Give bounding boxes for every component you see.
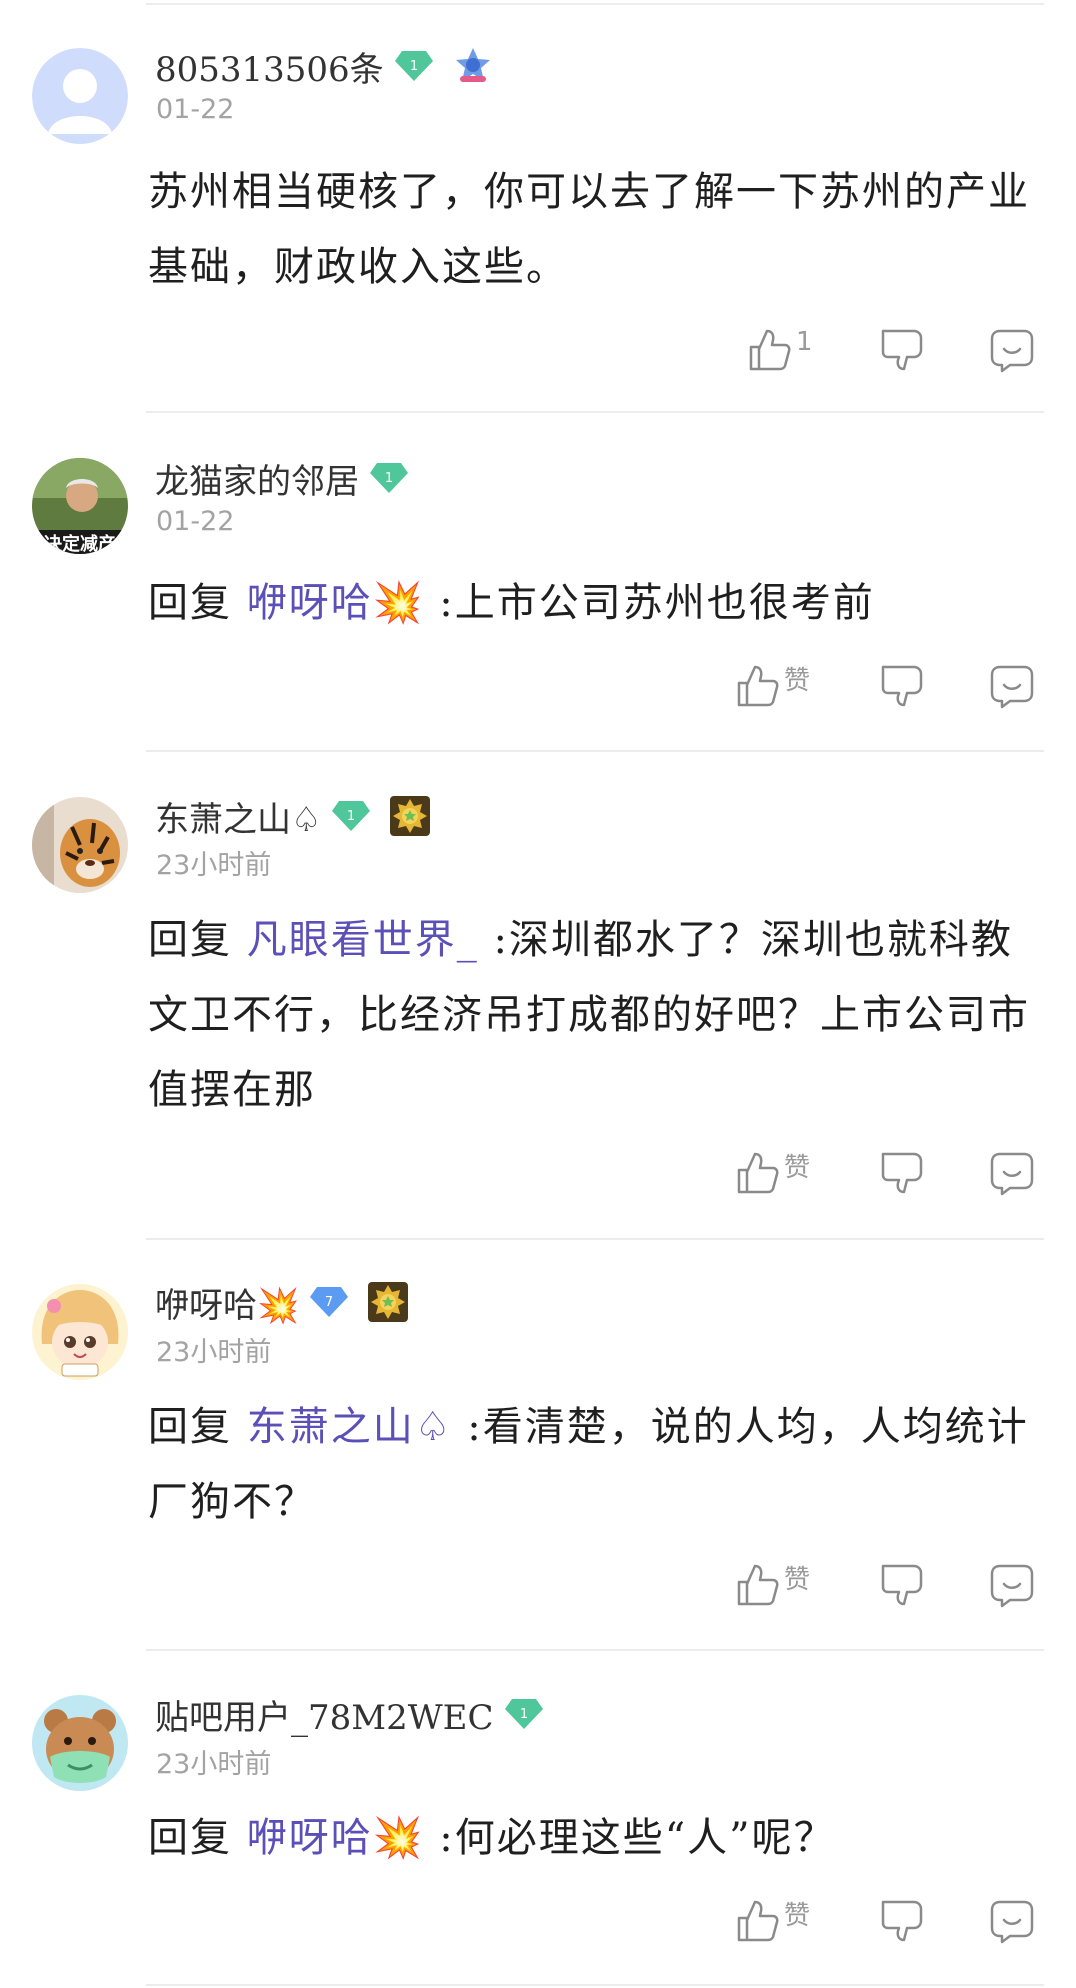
comment-content[interactable]: 回复 凡眼看世界_ :深圳都水了？深圳也就科教文卫不行，比经济吊打成都的好吧？上… xyxy=(148,903,1038,1128)
divider xyxy=(146,1984,1044,1986)
comment-time: 01-22 xyxy=(156,506,235,537)
dislike-button[interactable] xyxy=(880,1148,924,1198)
reply-prefix: 回复 xyxy=(148,917,232,963)
gold-medal-icon[interactable] xyxy=(367,1281,409,1323)
dislike-button[interactable] xyxy=(880,661,924,711)
thumbs-up-icon xyxy=(737,1900,779,1942)
comment-text: :上市公司苏州也很考前 xyxy=(439,580,875,626)
tiger-avatar-icon[interactable] xyxy=(32,797,128,893)
dislike-button[interactable] xyxy=(880,1896,924,1946)
comment-actions: 1 xyxy=(0,325,1076,375)
like-count: 赞 xyxy=(784,1564,811,1595)
comment-actions: 赞 xyxy=(0,1560,1076,1610)
like-button[interactable]: 赞 xyxy=(736,661,810,711)
level-number: 1 xyxy=(519,1707,527,1722)
like-button[interactable]: 赞 xyxy=(736,1560,810,1610)
thumbs-down-icon xyxy=(881,1152,923,1194)
reply-button[interactable] xyxy=(990,661,1034,711)
like-count: 1 xyxy=(796,327,813,357)
reply-target-link[interactable]: 凡眼看世界_ xyxy=(247,917,479,963)
thumbs-down-icon xyxy=(881,1564,923,1606)
comment-time: 01-22 xyxy=(156,94,235,125)
thumbs-down-icon xyxy=(881,665,923,707)
divider xyxy=(146,1238,1044,1240)
like-count: 赞 xyxy=(784,665,811,696)
level-badge-icon: 1 xyxy=(504,1697,544,1731)
reply-target-link[interactable]: 咿呀哈💥 xyxy=(247,1815,425,1861)
divider xyxy=(146,411,1044,413)
reply-button[interactable] xyxy=(990,1148,1034,1198)
like-count: 赞 xyxy=(784,1152,811,1183)
name-row: 东萧之山♤ 1 xyxy=(155,792,431,841)
bear-avatar-icon[interactable] xyxy=(32,1695,128,1791)
level-badge-icon: 1 xyxy=(331,799,371,833)
level-badge-icon: 1 xyxy=(394,49,434,83)
reply-button[interactable] xyxy=(990,1560,1034,1610)
comment-bubble-icon xyxy=(990,665,1034,709)
reply-button[interactable] xyxy=(990,1896,1034,1946)
reply-target-link[interactable]: 咿呀哈💥 xyxy=(247,580,425,626)
level-number: 1 xyxy=(347,809,355,824)
like-button[interactable]: 赞 xyxy=(736,1896,810,1946)
level-badge-icon: 7 xyxy=(309,1285,349,1319)
like-button[interactable]: 赞 xyxy=(736,1148,810,1198)
name-row: 咿呀哈💥 7 xyxy=(155,1278,409,1327)
divider xyxy=(146,750,1044,752)
gold-medal-icon[interactable] xyxy=(389,795,431,837)
thumbs-up-icon xyxy=(737,665,779,707)
thumbs-up-icon xyxy=(737,1564,779,1606)
reply-prefix: 回复 xyxy=(148,1404,232,1450)
comment-actions: 赞 xyxy=(0,1896,1076,1946)
username[interactable]: 龙猫家的邻居 xyxy=(155,454,359,503)
thumbs-up-icon xyxy=(737,1152,779,1194)
comment-bubble-icon xyxy=(990,1152,1034,1196)
comment-bubble-icon xyxy=(990,1900,1034,1944)
comment-time: 23小时前 xyxy=(156,1749,272,1780)
divider xyxy=(146,1649,1044,1651)
comment-content[interactable]: 回复 咿呀哈💥 :何必理这些“人”呢？ xyxy=(148,1801,1038,1876)
comment-time: 23小时前 xyxy=(156,850,272,881)
level-number: 1 xyxy=(385,471,393,486)
comment-content[interactable]: 回复 东萧之山♤ :看清楚，说的人均，人均统计厂狗不？ xyxy=(148,1390,1038,1540)
comment-actions: 赞 xyxy=(0,1148,1076,1198)
comment-content[interactable]: 苏州相当硬核了，你可以去了解一下苏州的产业基础，财政收入这些。 xyxy=(148,155,1038,305)
thumbs-down-icon xyxy=(881,329,923,371)
thumbs-down-icon xyxy=(881,1900,923,1942)
thumbs-up-icon xyxy=(749,329,791,371)
dislike-button[interactable] xyxy=(880,325,924,375)
name-row: 805313506条 1 xyxy=(155,42,494,91)
like-button[interactable]: 1 xyxy=(748,325,813,375)
reply-button[interactable] xyxy=(990,325,1034,375)
name-row: 龙猫家的邻居 1 xyxy=(155,454,409,503)
reply-target-link[interactable]: 东萧之山♤ xyxy=(247,1404,453,1450)
comment-time: 23小时前 xyxy=(156,1337,272,1368)
comment-actions: 赞 xyxy=(0,661,1076,711)
svg-text:决定减产: 决定减产 xyxy=(44,533,116,554)
comment-text: :何必理这些“人”呢？ xyxy=(439,1815,836,1861)
comment-bubble-icon xyxy=(990,1564,1034,1608)
anime-avatar-icon[interactable] xyxy=(32,1284,128,1380)
level-badge-icon: 1 xyxy=(369,461,409,495)
name-row: 贴吧用户_78M2WEC 1 xyxy=(155,1690,544,1739)
level-number: 7 xyxy=(325,1295,333,1310)
dislike-button[interactable] xyxy=(880,1560,924,1610)
default-avatar-icon[interactable] xyxy=(32,48,128,144)
star-medal-icon[interactable] xyxy=(452,45,494,87)
username[interactable]: 东萧之山♤ xyxy=(155,792,321,841)
photo-avatar-icon[interactable]: 决定减产 xyxy=(32,458,128,554)
reply-prefix: 回复 xyxy=(148,1815,232,1861)
like-count: 赞 xyxy=(784,1900,811,1931)
username[interactable]: 咿呀哈💥 xyxy=(155,1278,299,1327)
username[interactable]: 贴吧用户_78M2WEC xyxy=(155,1690,494,1739)
level-number: 1 xyxy=(410,59,418,74)
top-divider xyxy=(146,3,1044,5)
comment-text: 苏州相当硬核了，你可以去了解一下苏州的产业基础，财政收入这些。 xyxy=(148,169,1030,290)
username[interactable]: 805313506条 xyxy=(155,42,384,91)
reply-prefix: 回复 xyxy=(148,580,232,626)
comment-content[interactable]: 回复 咿呀哈💥 :上市公司苏州也很考前 xyxy=(148,566,1038,641)
comment-bubble-icon xyxy=(990,329,1034,373)
